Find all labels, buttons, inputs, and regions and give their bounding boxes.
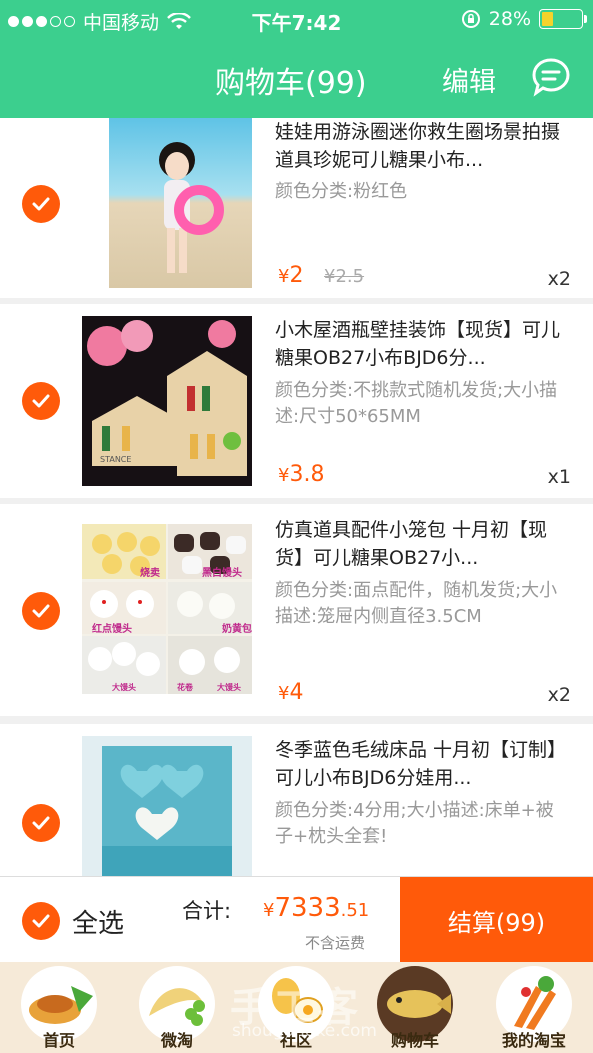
item-spec: 颜色分类:面点配件，随机发货;大小描述:笼屉内侧直径3.5CM (275, 580, 558, 627)
tab-bar: 首页 微淘 社区 购物车 我的淘宝 (0, 962, 593, 1053)
image-label: 黑白馒头 (202, 566, 242, 579)
checkmark-icon (32, 816, 50, 830)
item-price: ¥4 (278, 680, 304, 705)
image-label: 烧卖 (140, 566, 160, 579)
checkout-button[interactable]: 结算(99) (400, 877, 593, 963)
image-label: 大馒头 (112, 682, 136, 692)
total-amount: ¥7333.51 (263, 893, 370, 923)
rotation-lock-icon (461, 10, 480, 28)
item-quantity: x2 (547, 268, 571, 290)
checkmark-icon (32, 604, 50, 618)
item-price: ¥3.8 (278, 462, 325, 487)
select-all-checkbox[interactable] (22, 902, 60, 940)
item-checkbox[interactable] (22, 804, 60, 842)
cart-item[interactable]: STANCE 小木屋酒瓶壁挂装饰【现货】可儿糖果OB27小布BJD6分... 颜… (0, 304, 593, 498)
product-image-doll-swim-ring[interactable] (109, 118, 252, 288)
shipping-note: 不含运费 (305, 934, 366, 952)
item-quantity: x1 (547, 466, 571, 488)
item-title[interactable]: 娃娃用游泳圈迷你救生圈场景拍摄道具珍妮可儿糖果小布... (275, 118, 570, 174)
cart-item[interactable]: 冬季蓝色毛绒床品 十月初【订制】可儿小布BJD6分娃用... 颜色分类:4分用;… (0, 724, 593, 876)
item-checkbox[interactable] (22, 185, 60, 223)
tab-cart[interactable]: 购物车 (356, 964, 474, 1053)
cart-list: 娃娃用游泳圈迷你救生圈场景拍摄道具珍妮可儿糖果小布... 颜色分类:粉红色 ¥2… (0, 118, 593, 876)
item-checkbox[interactable] (22, 382, 60, 420)
status-right: 28% (461, 8, 587, 30)
item-title[interactable]: 小木屋酒瓶壁挂装饰【现货】可儿糖果OB27小布BJD6分... (275, 316, 570, 372)
image-text: STANCE (100, 455, 131, 464)
item-original-price: ¥2.5 (324, 266, 365, 287)
tab-my-taobao[interactable]: 我的淘宝 (475, 964, 593, 1053)
status-bar: 中国移动 下午7:42 28% (0, 0, 593, 38)
item-spec: 颜色分类:不挑款式随机发货;大小描述:尺寸50*65MM (275, 380, 558, 427)
item-checkbox[interactable] (22, 592, 60, 630)
nav-bar: 购物车(99) 编辑 (0, 38, 593, 118)
tab-community[interactable]: 社区 (237, 964, 355, 1053)
battery-percent: 28% (488, 8, 531, 30)
item-title[interactable]: 冬季蓝色毛绒床品 十月初【订制】可儿小布BJD6分娃用... (275, 736, 570, 792)
cart-item[interactable]: 烧卖 黑白馒头 红点馒头 奶黄包 大馒头 花卷 大馒头 仿真道具配件小笼包 十月… (0, 504, 593, 716)
checkmark-icon (32, 394, 50, 408)
checkmark-icon (32, 197, 50, 211)
image-label: 奶黄包 (222, 622, 252, 635)
select-all-label[interactable]: 全选 (72, 903, 124, 940)
page-title: 购物车(99) (215, 66, 367, 101)
image-label: 红点馒头 (92, 622, 132, 635)
checkout-bar: 全选 合计: ¥7333.51 不含运费 结算(99) (0, 876, 593, 963)
tab-weitao[interactable]: 微淘 (118, 964, 236, 1053)
battery-icon (539, 9, 587, 29)
checkmark-icon (32, 914, 50, 928)
message-icon[interactable] (530, 56, 572, 98)
total-label: 合计: (182, 899, 232, 923)
product-image-steamed-buns[interactable]: 烧卖 黑白馒头 红点馒头 奶黄包 大馒头 花卷 大馒头 (82, 524, 252, 694)
image-label: 花卷 (177, 682, 194, 692)
item-price: ¥2 (278, 263, 304, 288)
cart-item[interactable]: 娃娃用游泳圈迷你救生圈场景拍摄道具珍妮可儿糖果小布... 颜色分类:粉红色 ¥2… (0, 118, 593, 298)
tab-home[interactable]: 首页 (0, 964, 118, 1053)
product-image-wood-house[interactable]: STANCE (82, 316, 252, 486)
product-image-blue-bedding[interactable] (82, 736, 252, 876)
image-label: 大馒头 (217, 682, 241, 692)
item-title[interactable]: 仿真道具配件小笼包 十月初【现货】可儿糖果OB27小... (275, 516, 570, 572)
edit-button[interactable]: 编辑 (442, 60, 496, 99)
item-spec: 颜色分类:4分用;大小描述:床单+被子+枕头全套! (275, 800, 554, 847)
item-quantity: x2 (547, 684, 571, 706)
item-spec: 颜色分类:粉红色 (275, 181, 408, 202)
